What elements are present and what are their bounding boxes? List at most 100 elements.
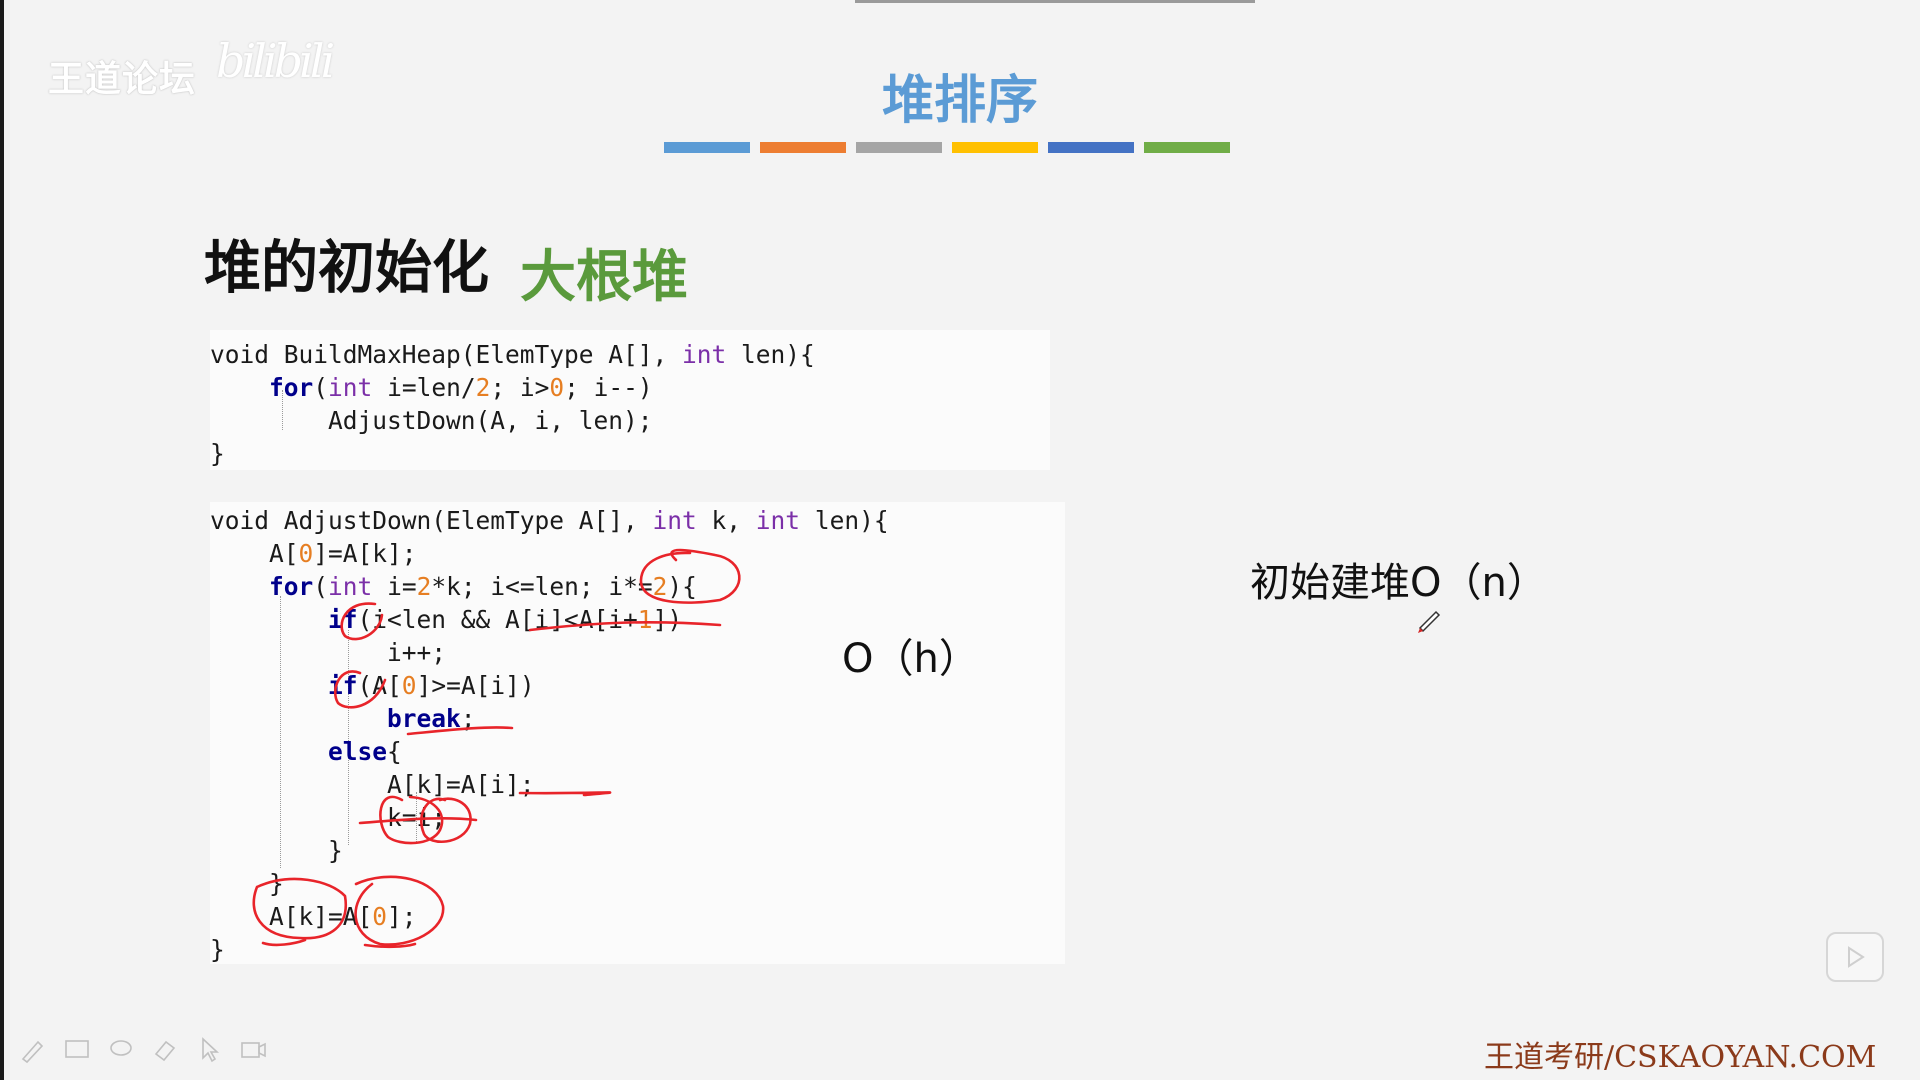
code-token: (	[313, 572, 329, 601]
code-token: 2	[475, 373, 491, 402]
code-line: }	[210, 869, 284, 898]
code-line: if(A[0]>=A[i])	[210, 671, 535, 700]
code-line: if(i<len && A[i]<A[i+1])	[210, 605, 682, 634]
code-line: void BuildMaxHeap(ElemType A[], int len)…	[210, 340, 815, 369]
code-token: A[k]=A[	[210, 902, 373, 931]
code-token: (	[313, 373, 329, 402]
code-token: len){	[800, 506, 889, 535]
code-token: 0	[401, 671, 417, 700]
title-color-bar	[760, 142, 846, 153]
code-token: }	[210, 836, 343, 865]
code-token: ;	[460, 704, 476, 733]
code-token: ])	[652, 605, 683, 634]
slide-title: 堆排序	[881, 71, 1038, 131]
play-icon	[1848, 946, 1865, 968]
pointer-icon[interactable]	[194, 1034, 224, 1064]
code-token: }	[210, 869, 284, 898]
code-token: int	[682, 340, 727, 369]
code-line: A[k]=A[0];	[210, 902, 417, 931]
code-token: k,	[696, 506, 756, 535]
code-line: i++;	[210, 638, 446, 667]
code-line: k=i;	[210, 803, 446, 832]
code-token: void BuildMaxHeap(ElemType A[],	[210, 340, 683, 369]
annotation-toolbar	[18, 1034, 268, 1064]
code-token: 1	[637, 605, 653, 634]
code-token: int	[652, 506, 697, 535]
code-line: A[k]=A[i];	[210, 770, 535, 799]
code-token: ){	[667, 572, 697, 601]
code-line: AdjustDown(A, i, len);	[210, 406, 653, 435]
code-line: for(int i=len/2; i>0; i--)	[210, 373, 653, 402]
code-line: void AdjustDown(ElemType A[], int k, int…	[210, 506, 889, 535]
code-token: AdjustDown(A, i, len);	[210, 406, 653, 435]
code-token: {	[387, 737, 402, 766]
code-token: if	[328, 605, 358, 634]
code-token: int	[328, 373, 373, 402]
code-token: *k; i<=len; i*=	[431, 572, 653, 601]
lasso-icon[interactable]	[106, 1034, 136, 1064]
code-token: i++;	[210, 638, 447, 667]
title-color-bar	[664, 142, 750, 153]
title-color-bar	[952, 142, 1038, 153]
eraser-icon[interactable]	[150, 1034, 180, 1064]
code-token: i=	[372, 572, 417, 601]
code-token: 0	[549, 373, 565, 402]
code-token: k=i;	[210, 803, 447, 832]
code-token: int	[328, 572, 373, 601]
code-token: for	[269, 373, 314, 402]
code-token: void AdjustDown(ElemType A[],	[210, 506, 653, 535]
code-token: ]=A[k];	[313, 539, 417, 568]
code-token: }	[210, 935, 225, 964]
code-line: for(int i=2*k; i<=len; i*=2){	[210, 572, 697, 601]
title-color-bars	[664, 142, 1230, 153]
section-heading: 堆的初始化	[204, 235, 489, 301]
code-token: ];	[387, 902, 417, 931]
code-token: 2	[652, 572, 668, 601]
code-block-build-max-heap: void BuildMaxHeap(ElemType A[], int len)…	[210, 330, 1050, 470]
code-token: 0	[372, 902, 388, 931]
title-color-bar	[856, 142, 942, 153]
code-token: len){	[726, 340, 815, 369]
code-line: break;	[210, 704, 476, 733]
code-token: int	[755, 506, 801, 535]
code-token: (A[	[357, 671, 402, 700]
complexity-label-adjust-down: O（h）	[842, 636, 979, 682]
code-line: }	[210, 836, 343, 865]
footer-brand: 王道考研/CSKAOYAN.COM	[1484, 1040, 1877, 1075]
code-line: }	[210, 935, 225, 964]
slide-top-divider	[855, 0, 1255, 3]
code-token: for	[269, 572, 314, 601]
pen-cursor-icon	[1418, 610, 1441, 633]
code-line: else{	[210, 737, 402, 766]
code-token: ; i--)	[564, 373, 653, 402]
code-token: ]>=A[i])	[416, 671, 535, 700]
code-token: A[k]=A[i];	[210, 770, 535, 799]
code-line: A[0]=A[k];	[210, 539, 417, 568]
complexity-label-build-heap: 初始建堆O（n）	[1250, 560, 1547, 606]
code-token: (i<len && A[i]<A[i+	[357, 605, 638, 634]
camera-icon[interactable]	[238, 1034, 268, 1064]
code-token: 0	[298, 539, 314, 568]
code-block-adjust-down: void AdjustDown(ElemType A[], int k, int…	[210, 502, 1065, 964]
code-token: }	[210, 439, 225, 468]
whiteboard-icon[interactable]	[62, 1034, 92, 1064]
section-subheading: 大根堆	[520, 245, 688, 310]
pen-icon[interactable]	[18, 1034, 48, 1064]
code-token: 2	[416, 572, 432, 601]
code-token: break	[387, 704, 461, 733]
play-button[interactable]	[1826, 932, 1884, 982]
code-token: else	[328, 737, 388, 766]
code-token: if	[328, 671, 358, 700]
code-line: }	[210, 439, 225, 468]
code-token: ; i>	[490, 373, 550, 402]
title-color-bar	[1048, 142, 1134, 153]
code-token: A[	[210, 539, 299, 568]
title-color-bar	[1144, 142, 1230, 153]
code-token: i=len/	[372, 373, 476, 402]
